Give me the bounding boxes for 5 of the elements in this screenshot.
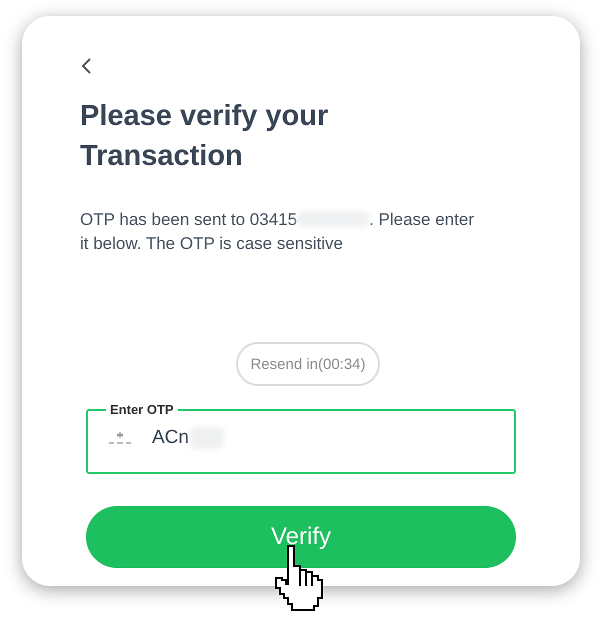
otp-field-label: Enter OTP <box>109 402 175 417</box>
password-icon <box>108 431 132 445</box>
verify-button[interactable]: Verify <box>86 506 516 568</box>
otp-message: OTP has been sent to 03415 . Please enter it below. The OTP is case sensitive <box>80 209 475 255</box>
page-title: Please verify your Transaction <box>80 99 330 174</box>
